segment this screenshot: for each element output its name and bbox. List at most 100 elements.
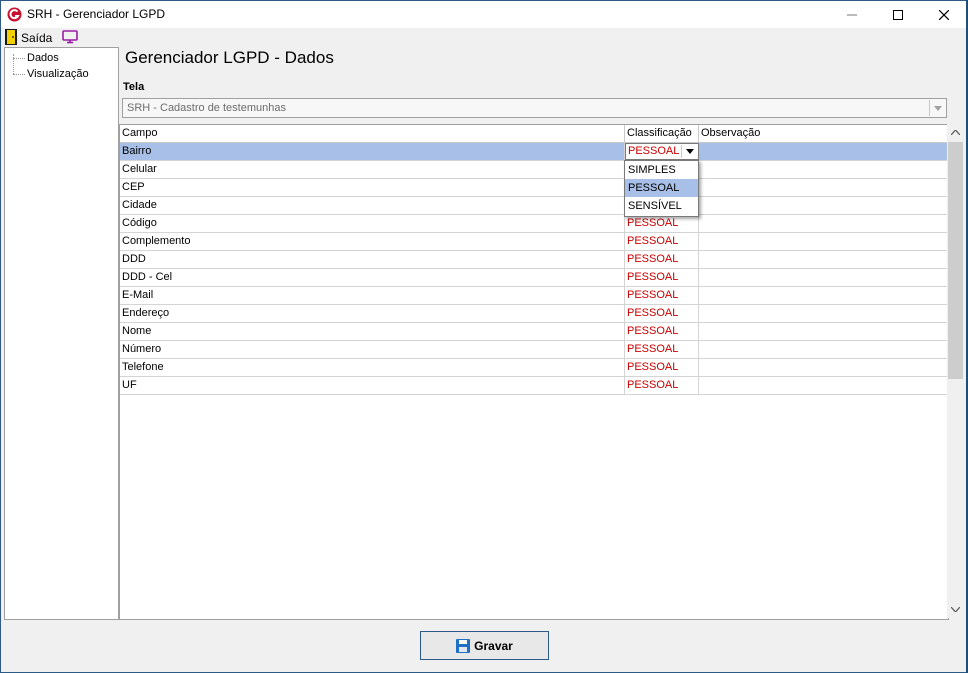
cell-campo[interactable]: Número xyxy=(120,341,625,358)
tree-item-dados[interactable]: Dados xyxy=(27,52,59,64)
cell-campo[interactable]: DDD xyxy=(120,251,625,268)
main-window: SRH - Gerenciador LGPD Saída Dados Visua… xyxy=(0,0,968,673)
cell-classificacao[interactable]: PESSOAL xyxy=(625,341,699,358)
cell-classificacao[interactable]: PESSOAL xyxy=(625,359,699,376)
maximize-button[interactable] xyxy=(875,1,921,28)
table-row[interactable]: DDD PESSOAL xyxy=(120,251,949,269)
chevron-down-icon xyxy=(685,149,694,154)
cell-observacao[interactable] xyxy=(699,359,949,376)
minimize-button[interactable] xyxy=(829,1,875,28)
cell-observacao[interactable] xyxy=(699,215,949,232)
cell-observacao[interactable] xyxy=(699,377,949,394)
fields-table: Campo Classificação Observação Bairro PE… xyxy=(119,124,949,620)
dropdown-option-pessoal[interactable]: PESSOAL xyxy=(625,179,698,197)
cell-campo[interactable]: Telefone xyxy=(120,359,625,376)
dropdown-option-simples[interactable]: SIMPLES xyxy=(625,161,698,179)
table-row[interactable]: E-Mail PESSOAL xyxy=(120,287,949,305)
table-row[interactable]: Bairro PESSOAL xyxy=(120,143,949,161)
cell-observacao[interactable] xyxy=(699,251,949,268)
cell-classificacao[interactable]: PESSOAL xyxy=(625,377,699,394)
chevron-up-icon xyxy=(951,130,960,135)
cell-observacao[interactable] xyxy=(699,269,949,286)
cell-classificacao[interactable]: PESSOAL xyxy=(625,269,699,286)
table-row[interactable]: Nome PESSOAL xyxy=(120,323,949,341)
cell-campo[interactable]: Código xyxy=(120,215,625,232)
table-row[interactable]: Código PESSOAL xyxy=(120,215,949,233)
classificacao-editor[interactable]: PESSOAL xyxy=(625,143,699,160)
tela-select-dropdown-button[interactable] xyxy=(929,100,945,116)
minimize-icon xyxy=(847,14,857,15)
window-title: SRH - Gerenciador LGPD xyxy=(27,7,166,21)
tree-connector xyxy=(13,74,25,75)
cell-classificacao[interactable]: PESSOAL xyxy=(625,323,699,340)
menu-bar: Saída xyxy=(1,28,967,47)
cell-classificacao[interactable]: PESSOAL xyxy=(625,215,699,232)
table-row[interactable]: Celular xyxy=(120,161,949,179)
table-row[interactable]: Complemento PESSOAL xyxy=(120,233,949,251)
table-row[interactable]: UF PESSOAL xyxy=(120,377,949,395)
column-header-classificacao[interactable]: Classificação xyxy=(625,125,699,142)
exit-menu-item[interactable]: Saída xyxy=(21,31,52,45)
title-bar: SRH - Gerenciador LGPD xyxy=(1,1,967,28)
tela-select[interactable]: SRH - Cadastro de testemunhas xyxy=(122,98,947,118)
table-row[interactable]: Endereço PESSOAL xyxy=(120,305,949,323)
save-button[interactable]: Gravar xyxy=(420,631,549,660)
cell-campo[interactable]: Endereço xyxy=(120,305,625,322)
floppy-disk-icon xyxy=(456,638,471,653)
app-logo-icon xyxy=(7,7,22,22)
cell-observacao[interactable] xyxy=(699,197,949,214)
monitor-icon[interactable] xyxy=(62,30,78,44)
cell-observacao[interactable] xyxy=(699,287,949,304)
dropdown-option-sensivel[interactable]: SENSÍVEL xyxy=(625,197,698,215)
save-button-label: Gravar xyxy=(474,638,513,653)
cell-campo[interactable]: UF xyxy=(120,377,625,394)
table-scrollbar[interactable] xyxy=(947,124,964,618)
close-icon xyxy=(939,9,949,20)
cell-classificacao[interactable]: PESSOAL xyxy=(625,305,699,322)
cell-campo[interactable]: DDD - Cel xyxy=(120,269,625,286)
exit-door-icon[interactable] xyxy=(5,29,17,45)
scroll-up-button[interactable] xyxy=(947,124,964,141)
chevron-down-icon xyxy=(933,105,942,111)
table-row[interactable]: DDD - Cel PESSOAL xyxy=(120,269,949,287)
table-row[interactable]: Cidade xyxy=(120,197,949,215)
classificacao-dropdown-button[interactable] xyxy=(681,145,697,158)
table-row[interactable]: Número PESSOAL xyxy=(120,341,949,359)
cell-classificacao[interactable]: PESSOAL xyxy=(625,233,699,250)
page-title: Gerenciador LGPD - Dados xyxy=(125,48,334,67)
table-row[interactable]: Telefone PESSOAL xyxy=(120,359,949,377)
cell-observacao[interactable] xyxy=(699,143,949,160)
tela-label: Tela xyxy=(123,81,145,93)
cell-classificacao[interactable]: PESSOAL xyxy=(625,287,699,304)
column-header-campo[interactable]: Campo xyxy=(120,125,625,142)
table-header: Campo Classificação Observação xyxy=(120,125,948,143)
navigation-tree: Dados Visualização xyxy=(4,47,119,620)
cell-campo[interactable]: Nome xyxy=(120,323,625,340)
close-button[interactable] xyxy=(921,1,967,28)
cell-campo[interactable]: Complemento xyxy=(120,233,625,250)
column-header-observacao[interactable]: Observação xyxy=(699,125,949,142)
scroll-down-button[interactable] xyxy=(947,601,964,618)
cell-campo[interactable]: E-Mail xyxy=(120,287,625,304)
tree-item-visualizacao[interactable]: Visualização xyxy=(27,68,89,80)
classificacao-dropdown-list: SIMPLES PESSOAL SENSÍVEL xyxy=(624,160,699,217)
tree-connector xyxy=(13,58,25,59)
tela-select-value: SRH - Cadastro de testemunhas xyxy=(127,102,286,114)
table-row[interactable]: CEP xyxy=(120,179,949,197)
cell-observacao[interactable] xyxy=(699,305,949,322)
cell-observacao[interactable] xyxy=(699,179,949,196)
scroll-thumb[interactable] xyxy=(948,142,963,379)
tree-connector xyxy=(13,54,14,74)
cell-observacao[interactable] xyxy=(699,341,949,358)
cell-observacao[interactable] xyxy=(699,161,949,178)
cell-campo[interactable]: Cidade xyxy=(120,197,625,214)
cell-campo[interactable]: Celular xyxy=(120,161,625,178)
cell-observacao[interactable] xyxy=(699,323,949,340)
chevron-down-icon xyxy=(951,607,960,612)
cell-classificacao[interactable]: PESSOAL xyxy=(625,251,699,268)
classificacao-editor-value: PESSOAL xyxy=(628,145,680,157)
cell-observacao[interactable] xyxy=(699,233,949,250)
maximize-icon xyxy=(893,9,903,20)
cell-campo[interactable]: CEP xyxy=(120,179,625,196)
cell-campo[interactable]: Bairro xyxy=(120,143,625,160)
